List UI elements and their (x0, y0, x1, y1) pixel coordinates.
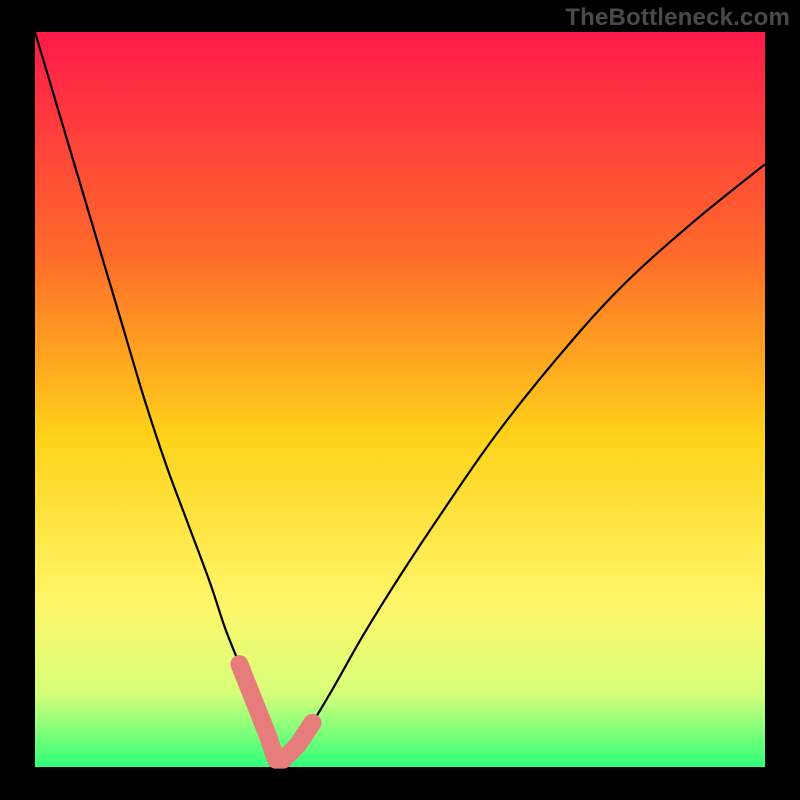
chart-frame: TheBottleneck.com (0, 0, 800, 800)
bottleneck-curve-chart (0, 0, 800, 800)
watermark-text: TheBottleneck.com (565, 4, 790, 32)
